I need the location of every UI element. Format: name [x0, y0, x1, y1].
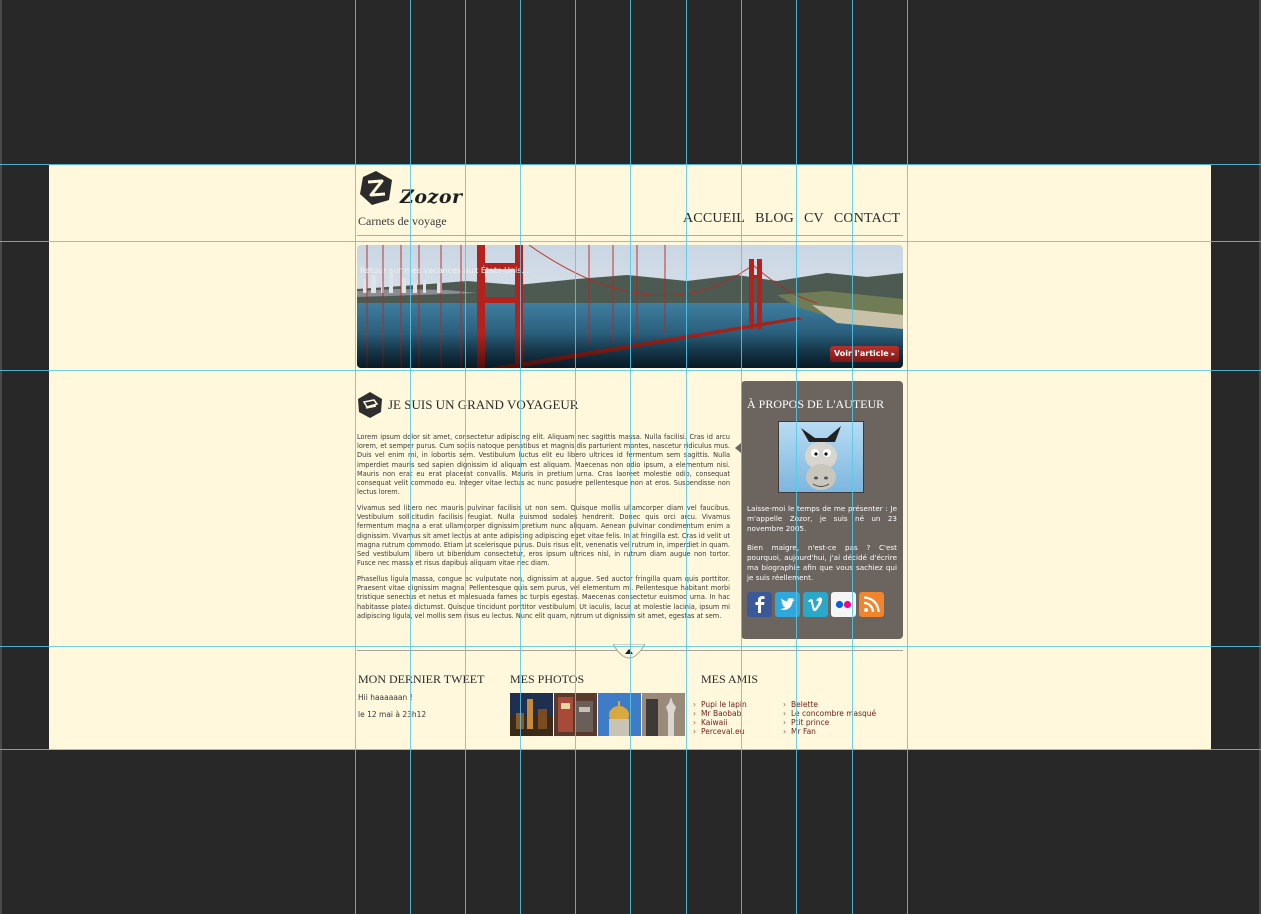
banner-caption: Retour sur mes vacances aux États-Unis..…	[360, 266, 530, 275]
article-title: JE SUIS UN GRAND VOYAGEUR	[388, 397, 579, 412]
tweet-date: le 12 mai à 23h12	[358, 710, 427, 719]
site-tagline: Carnets de voyage	[358, 214, 447, 228]
vertical-guide[interactable]	[465, 0, 466, 914]
friend-link[interactable]: Mr Baobab	[693, 709, 741, 718]
logo-icon[interactable]	[358, 170, 394, 206]
vimeo-icon[interactable]	[803, 592, 828, 617]
back-to-top-icon[interactable]	[613, 644, 645, 664]
vertical-guide[interactable]	[907, 0, 908, 914]
horizontal-guide[interactable]	[0, 164, 1261, 165]
sidebar-bio-text: Bien maigre, n'est-ce pas ? C'est pourqu…	[747, 543, 897, 582]
photo-thumbnail[interactable]	[510, 693, 553, 736]
nav-accueil[interactable]: ACCUEIL	[683, 211, 745, 227]
sidebar-intro-text: Laisse-moi le temps de me présenter : Je…	[747, 504, 897, 533]
article-badge-icon	[358, 392, 382, 418]
horizontal-guide[interactable]	[0, 749, 1261, 750]
article-paragraph-1: Lorem ipsum dolor sit amet, consectetur …	[357, 433, 730, 497]
vertical-guide[interactable]	[686, 0, 687, 914]
friend-link[interactable]: Mr Fan	[783, 727, 816, 736]
horizontal-guide[interactable]	[0, 646, 1261, 647]
friend-link[interactable]: Ptit prince	[783, 718, 829, 727]
vertical-guide[interactable]	[852, 0, 853, 914]
nav-cv[interactable]: CV	[804, 211, 824, 227]
photos-section-title: MES PHOTOS	[510, 672, 585, 686]
photo-thumbnail[interactable]	[598, 693, 641, 736]
article-paragraph-2: Vivamus sed libero nec mauris pulvinar f…	[357, 504, 730, 568]
vertical-guide[interactable]	[796, 0, 797, 914]
read-article-button[interactable]: Voir l'article ▸	[830, 346, 899, 362]
facebook-icon[interactable]	[747, 592, 772, 617]
photo-thumbnail[interactable]	[642, 693, 685, 736]
article-paragraph-3: Phasellus ligula massa, congue ac vulput…	[357, 575, 730, 620]
vertical-guide[interactable]	[410, 0, 411, 914]
friend-link[interactable]: Perceval.eu	[693, 727, 744, 736]
friend-link[interactable]: Belette	[783, 700, 818, 709]
read-article-label: Voir l'article	[833, 349, 889, 358]
friend-link[interactable]: Pupi le lapin	[693, 700, 747, 709]
vertical-guide[interactable]	[575, 0, 576, 914]
horizontal-guide[interactable]	[0, 370, 1261, 371]
play-arrow-icon: ▸	[891, 350, 896, 358]
left-frame-edge	[0, 0, 2, 914]
vertical-guide[interactable]	[741, 0, 742, 914]
friends-section-title: MES AMIS	[701, 672, 759, 686]
nav-contact[interactable]: CONTACT	[834, 211, 900, 227]
vertical-guide[interactable]	[520, 0, 521, 914]
vertical-guide[interactable]	[355, 0, 356, 914]
rss-icon[interactable]	[859, 592, 884, 617]
friend-link[interactable]: Kaiwaii	[693, 718, 727, 727]
vertical-guide[interactable]	[630, 0, 631, 914]
nav-blog[interactable]: BLOG	[755, 211, 794, 227]
sidebar-title: À PROPOS DE L'AUTEUR	[747, 397, 885, 411]
tweet-text: Hii haaaaaan !	[358, 693, 413, 702]
horizontal-guide[interactable]	[0, 241, 1261, 242]
